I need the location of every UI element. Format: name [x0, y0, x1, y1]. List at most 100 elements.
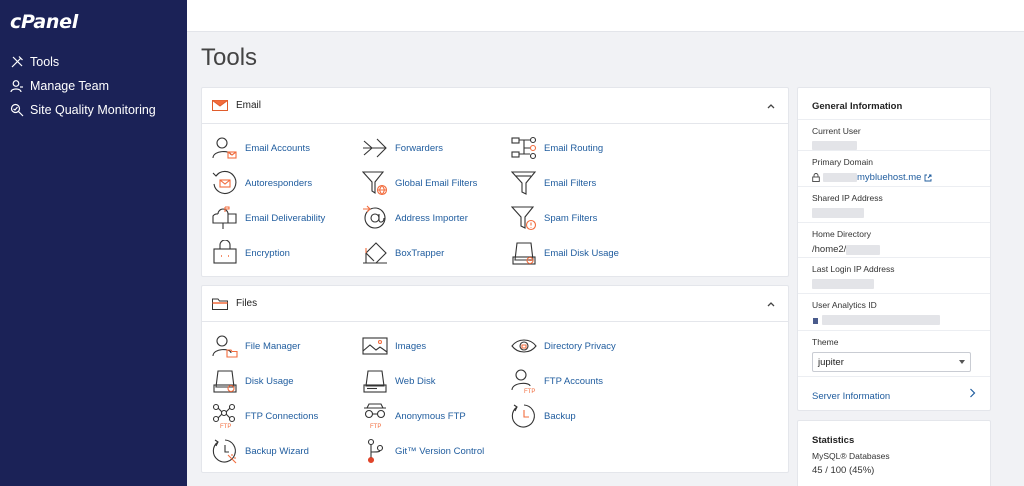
- primary-domain-link[interactable]: mybluehost.me: [857, 172, 921, 183]
- theme-row: Theme jupiter: [798, 330, 990, 376]
- sidebar-item-tools[interactable]: Tools: [0, 50, 187, 74]
- tool-email-deliverability[interactable]: Email Deliverability: [212, 204, 325, 232]
- mysql-databases-label: MySQL® Databases: [812, 451, 890, 461]
- statistics-title: Statistics: [812, 435, 855, 446]
- routing-icon: [511, 136, 537, 160]
- sidebar-item-manage-team[interactable]: Manage Team: [0, 74, 187, 98]
- server-information-row[interactable]: Server Information: [798, 376, 990, 407]
- tool-label: Address Importer: [395, 212, 468, 224]
- folder-icon: [212, 298, 228, 310]
- global-filter-icon: [362, 171, 388, 196]
- chevron-right-icon: [970, 388, 976, 398]
- git-icon: [367, 438, 384, 464]
- last-login-label: Last Login IP Address: [812, 264, 895, 274]
- current-user-value: [812, 141, 976, 150]
- tool-label: Email Routing: [544, 142, 604, 154]
- analytics-label: User Analytics ID: [812, 300, 877, 310]
- email-panel-header[interactable]: Email: [202, 88, 788, 124]
- tool-address-importer[interactable]: Address Importer: [362, 204, 468, 232]
- last-login-value: [812, 279, 976, 289]
- sidebar-item-label: Tools: [30, 55, 60, 69]
- tool-autoresponders[interactable]: Autoresponders: [212, 169, 312, 197]
- tool-email-filters[interactable]: Email Filters: [511, 169, 596, 197]
- ftp-connections-icon: FTP: [212, 403, 236, 429]
- tool-file-manager[interactable]: File Manager: [212, 332, 300, 360]
- email-panel-title: Email: [236, 100, 262, 111]
- tool-label: Email Disk Usage: [544, 247, 619, 259]
- tool-ftp-accounts[interactable]: FTP FTP Accounts: [511, 367, 603, 395]
- web-disk-icon: [363, 370, 387, 393]
- server-information-link[interactable]: Server Information: [812, 391, 890, 402]
- mysql-databases-value: 45 / 100 (45%): [812, 465, 875, 476]
- filter-icon: [511, 171, 537, 195]
- tool-label: Git™ Version Control: [395, 445, 485, 457]
- top-bar: [187, 0, 1024, 32]
- anonymous-ftp-icon: FTP: [364, 403, 386, 429]
- chevron-up-icon[interactable]: [766, 101, 776, 111]
- backup-wizard-icon: [212, 439, 237, 464]
- external-link-icon[interactable]: [924, 174, 932, 182]
- tool-email-routing[interactable]: Email Routing: [511, 134, 603, 162]
- cpanel-logo[interactable]: cPanel: [10, 11, 78, 33]
- forward-arrow-icon: [363, 138, 387, 158]
- tool-email-accounts[interactable]: Email Accounts: [212, 134, 310, 162]
- theme-selected-value: jupiter: [818, 357, 844, 368]
- last-login-row: Last Login IP Address: [798, 257, 990, 293]
- tool-label: Backup: [544, 410, 576, 422]
- tool-label: Global Email Filters: [395, 177, 478, 189]
- boxtrapper-icon: [363, 242, 387, 264]
- svg-text:FTP: FTP: [524, 389, 535, 394]
- tool-label: Email Deliverability: [245, 212, 326, 224]
- tool-backup[interactable]: Backup: [511, 402, 576, 430]
- current-user-label: Current User: [812, 126, 861, 136]
- files-panel-header[interactable]: Files: [202, 286, 788, 322]
- tool-web-disk[interactable]: Web Disk: [362, 367, 435, 395]
- tool-label: Anonymous FTP: [395, 410, 466, 422]
- tool-label: Spam Filters: [544, 212, 598, 224]
- email-panel: Email Email Accounts Forwarders Email Ro…: [201, 87, 789, 277]
- tool-images[interactable]: Images: [362, 332, 426, 360]
- tool-label: FTP Connections: [245, 410, 319, 422]
- tool-email-disk-usage[interactable]: Email Disk Usage: [511, 239, 619, 267]
- analytics-row: User Analytics ID: [798, 293, 990, 330]
- tool-backup-wizard[interactable]: Backup Wizard: [212, 437, 309, 465]
- tool-ftp-connections[interactable]: FTP FTP Connections: [212, 402, 318, 430]
- current-user-row: Current User: [798, 119, 990, 150]
- copy-icon[interactable]: [812, 316, 819, 324]
- tool-spam-filters[interactable]: Spam Filters: [511, 204, 597, 232]
- tool-global-email-filters[interactable]: Global Email Filters: [362, 169, 477, 197]
- tool-anonymous-ftp[interactable]: FTP Anonymous FTP: [362, 402, 466, 430]
- disk-icon: [213, 370, 237, 393]
- theme-label: Theme: [812, 337, 839, 347]
- tool-label: Forwarders: [395, 142, 444, 154]
- primary-domain-value[interactable]: mybluehost.me: [812, 172, 976, 183]
- lock-icon: [812, 173, 820, 182]
- theme-select[interactable]: jupiter: [812, 352, 971, 372]
- home-directory-value: /home2/: [812, 244, 976, 255]
- sidebar-item-label: Manage Team: [30, 79, 109, 93]
- tool-label: Backup Wizard: [245, 445, 309, 457]
- sidebar-item-label: Site Quality Monitoring: [30, 103, 156, 117]
- tool-label: Images: [395, 340, 427, 352]
- mailbox-icon: [212, 206, 237, 229]
- sidebar-item-site-quality[interactable]: Site Quality Monitoring: [0, 98, 187, 122]
- tool-boxtrapper[interactable]: BoxTrapper: [362, 239, 444, 267]
- shared-ip-label: Shared IP Address: [812, 193, 883, 203]
- files-panel-title: Files: [236, 298, 258, 309]
- primary-domain-label: Primary Domain: [812, 157, 873, 167]
- monitor-icon: [10, 103, 24, 117]
- files-panel: Files File Manager Images Directory Priv…: [201, 285, 789, 473]
- home-directory-row: Home Directory /home2/: [798, 222, 990, 257]
- chevron-up-icon[interactable]: [766, 299, 776, 309]
- tool-disk-usage[interactable]: Disk Usage: [212, 367, 294, 395]
- tool-forwarders[interactable]: Forwarders: [362, 134, 443, 162]
- tool-label: File Manager: [245, 340, 301, 352]
- tool-label: FTP Accounts: [544, 375, 603, 387]
- encryption-icon: [213, 240, 237, 264]
- svg-text:FTP: FTP: [370, 424, 381, 429]
- autoresponder-icon: [212, 170, 237, 194]
- tool-encryption[interactable]: Encryption: [212, 239, 290, 267]
- team-icon: [10, 80, 23, 93]
- tool-git-version-control[interactable]: Git™ Version Control: [362, 437, 484, 465]
- tool-directory-privacy[interactable]: Directory Privacy: [511, 332, 616, 360]
